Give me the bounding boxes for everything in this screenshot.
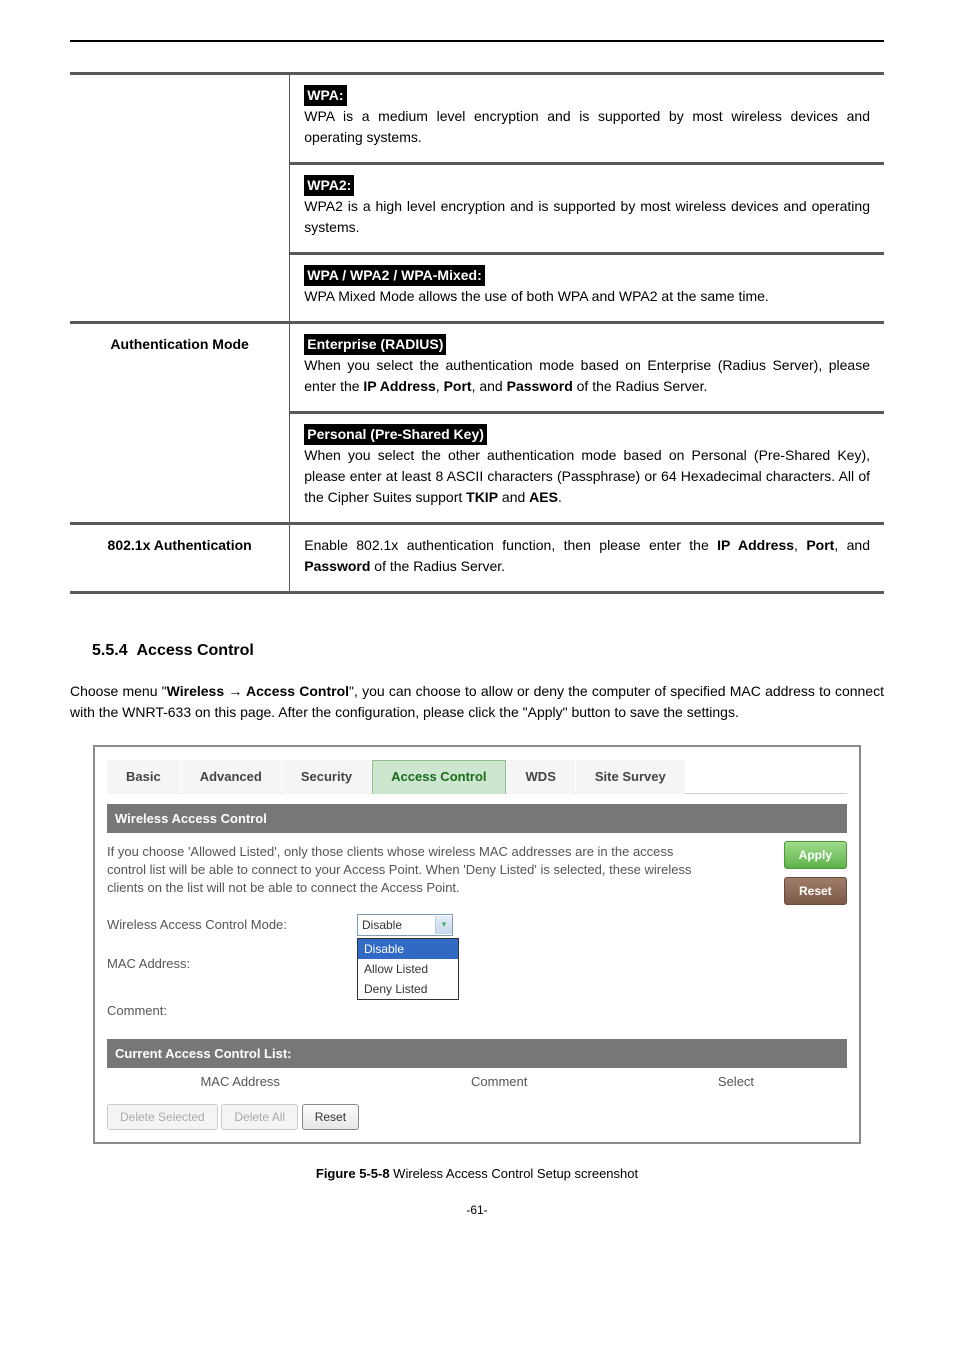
figure-caption: Figure 5-5-8 Wireless Access Control Set…: [70, 1164, 884, 1184]
col-select: Select: [625, 1072, 847, 1092]
personal-block: Personal (Pre-Shared Key) When you selec…: [290, 411, 884, 522]
apply-button[interactable]: Apply: [784, 841, 847, 869]
delete-all-button[interactable]: Delete All: [221, 1104, 298, 1130]
wpa-block: WPA: WPA is a medium level encryption an…: [290, 75, 884, 162]
list-header-row: MAC Address Comment Select: [107, 1068, 847, 1096]
tabs-row: Basic Advanced Security Access Control W…: [107, 759, 847, 794]
top-rule: [70, 40, 884, 42]
definition-table: WPA: WPA is a medium level encryption an…: [70, 72, 884, 594]
mode-select-value: Disable: [362, 916, 402, 934]
wpa2-title: WPA2:: [304, 175, 354, 196]
auth8021x-block: Enable 802.1x authentication function, t…: [290, 525, 884, 591]
wpa2-text: WPA2 is a high level encryption and is s…: [304, 198, 870, 235]
enterprise-block: Enterprise (RADIUS) When you select the …: [290, 324, 884, 411]
help-text: If you choose 'Allowed Listed', only tho…: [107, 843, 697, 898]
enterprise-title: Enterprise (RADIUS): [304, 334, 446, 355]
mode-select[interactable]: Disable ▾: [357, 914, 453, 936]
delete-selected-button[interactable]: Delete Selected: [107, 1104, 218, 1130]
mode-label: Wireless Access Control Mode:: [107, 915, 357, 935]
col-mac-address: MAC Address: [107, 1072, 373, 1092]
chevron-down-icon: ▾: [435, 916, 452, 934]
dropdown-option-deny[interactable]: Deny Listed: [358, 979, 458, 999]
authmode-label: Authentication Mode: [70, 323, 290, 524]
tab-access-control[interactable]: Access Control: [372, 760, 505, 794]
reset-list-button[interactable]: Reset: [302, 1104, 359, 1130]
tab-advanced[interactable]: Advanced: [181, 760, 281, 794]
auth8021x-label: 802.1x Authentication: [70, 524, 290, 593]
mixed-block: WPA / WPA2 / WPA-Mixed: WPA Mixed Mode a…: [290, 252, 884, 321]
mac-address-label: MAC Address:: [107, 954, 357, 974]
panel-current-list: Current Access Control List:: [107, 1039, 847, 1069]
action-buttons-row: Delete Selected Delete All Reset: [107, 1104, 847, 1130]
wpa-title: WPA:: [304, 85, 346, 106]
tab-site-survey[interactable]: Site Survey: [576, 760, 685, 794]
wpa2-block: WPA2: WPA2 is a high level encryption an…: [290, 162, 884, 252]
personal-title: Personal (Pre-Shared Key): [304, 424, 487, 445]
access-control-screenshot: Basic Advanced Security Access Control W…: [93, 745, 861, 1144]
panel-wireless-access-control: Wireless Access Control: [107, 804, 847, 834]
mixed-text: WPA Mixed Mode allows the use of both WP…: [304, 288, 769, 304]
mixed-title: WPA / WPA2 / WPA-Mixed:: [304, 265, 484, 286]
wpa-text: WPA is a medium level encryption and is …: [304, 108, 870, 145]
col-comment: Comment: [373, 1072, 625, 1092]
comment-label: Comment:: [107, 1001, 357, 1021]
page-number: -61-: [70, 1201, 884, 1219]
tab-security[interactable]: Security: [282, 760, 371, 794]
reset-button[interactable]: Reset: [784, 877, 847, 905]
section-paragraph: Choose menu "Wireless → Access Control",…: [70, 681, 884, 723]
tab-wds[interactable]: WDS: [507, 760, 575, 794]
section-heading: 5.5.4 Access Control: [92, 639, 884, 663]
tab-basic[interactable]: Basic: [107, 760, 180, 794]
